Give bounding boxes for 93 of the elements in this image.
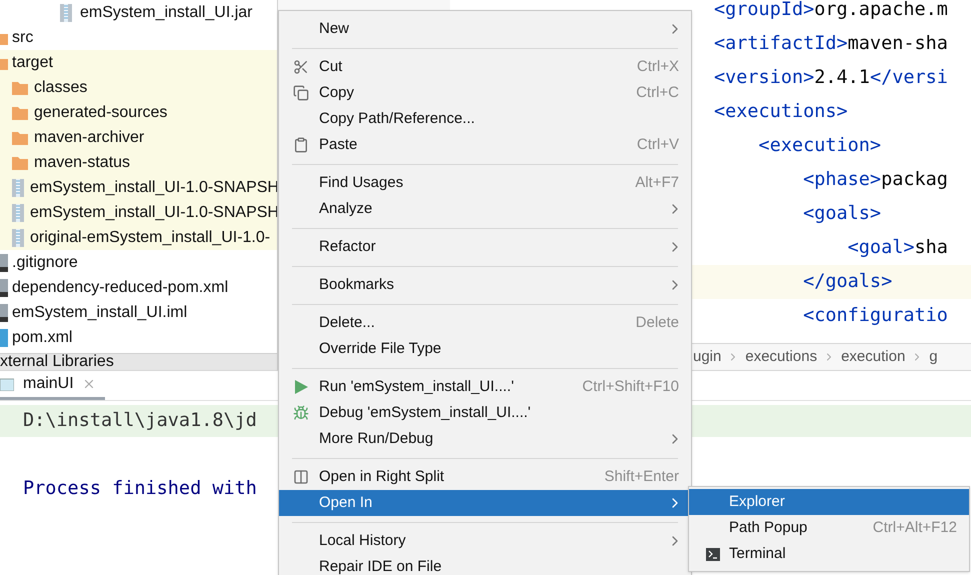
menu-item-label: Debug 'emSystem_install_UI....' xyxy=(319,402,531,423)
file-icon xyxy=(0,328,8,346)
shortcut-label: Ctrl+X xyxy=(636,56,679,77)
menu-item[interactable]: Repair IDE on File xyxy=(279,554,691,575)
menu-item-label: Bookmarks xyxy=(319,274,394,295)
tree-item[interactable]: target xyxy=(0,50,277,75)
console-line: Process finished with xyxy=(23,477,257,502)
code-line: <goals> xyxy=(802,202,882,226)
menu-item[interactable]: Terminal xyxy=(689,541,969,567)
window-icon xyxy=(0,377,14,391)
copy-icon xyxy=(293,85,309,101)
menu-item[interactable]: Refactor xyxy=(279,234,691,260)
console-line: D:\install\java1.8\jd xyxy=(23,409,257,434)
code-line: <artifactId>maven-sha xyxy=(713,32,949,56)
menu-item-label: Run 'emSystem_install_UI....' xyxy=(319,376,514,397)
file-icon xyxy=(0,254,8,272)
shortcut-label: Alt+F7 xyxy=(635,172,679,193)
menu-item[interactable]: Find Usages Alt+F7 xyxy=(279,170,691,196)
folder-icon xyxy=(12,80,28,94)
menu-item-label: Copy Path/Reference... xyxy=(319,108,475,129)
menu-item[interactable]: Delete... Delete xyxy=(279,310,691,336)
menu-item[interactable]: Local History xyxy=(279,528,691,554)
menu-item[interactable]: Debug 'emSystem_install_UI....' xyxy=(279,400,691,426)
menu-item[interactable]: Analyze xyxy=(279,196,691,222)
clipboard-icon xyxy=(293,137,309,153)
menu-item[interactable]: Cut Ctrl+X xyxy=(279,54,691,80)
tree-item[interactable]: maven-status xyxy=(0,150,277,175)
scissors-icon xyxy=(293,59,309,75)
menu-item[interactable]: Open in Right Split Shift+Enter xyxy=(279,464,691,490)
bug-icon xyxy=(293,405,309,421)
breadcrumb-item[interactable]: execution xyxy=(841,346,906,368)
menu-item[interactable]: Copy Path/Reference... xyxy=(279,106,691,132)
menu-item-label: Override File Type xyxy=(319,338,442,359)
menu-item-label: Cut xyxy=(319,56,342,77)
tree-item[interactable]: original-emSystem_install_UI-1.0- xyxy=(0,225,277,250)
shortcut-label: Ctrl+Alt+F12 xyxy=(872,518,957,538)
menu-item[interactable]: Bookmarks xyxy=(279,272,691,298)
menu-item-label: New xyxy=(319,18,350,39)
menu-item[interactable]: Path Popup Ctrl+Alt+F12 xyxy=(689,515,969,541)
menu-item-label: Local History xyxy=(319,530,406,551)
menu-item-label: Refactor xyxy=(319,236,376,257)
code-line: <phase>packag xyxy=(802,168,949,192)
menu-item-label: Copy xyxy=(319,82,354,103)
shortcut-label: Shift+Enter xyxy=(604,466,679,487)
archive-icon xyxy=(12,204,24,222)
code-line: <execution> xyxy=(758,134,882,158)
file-icon xyxy=(0,304,8,322)
menu-item[interactable]: Copy Ctrl+C xyxy=(279,80,691,106)
menu-item-label: Terminal xyxy=(729,544,786,564)
menu-item[interactable]: Explorer xyxy=(689,489,969,515)
folder-icon xyxy=(12,130,28,144)
split-icon xyxy=(293,469,309,485)
terminal-icon xyxy=(706,548,720,560)
tree-item[interactable]: classes xyxy=(0,75,277,100)
menu-item-label: Open in Right Split xyxy=(319,466,444,487)
menu-item[interactable]: More Run/Debug xyxy=(279,426,691,452)
shortcut-label: Ctrl+V xyxy=(636,134,679,155)
archive-icon xyxy=(12,228,24,246)
play-icon xyxy=(294,380,308,394)
folder-icon xyxy=(12,156,28,170)
shortcut-label: Ctrl+Shift+F10 xyxy=(582,376,679,397)
folder-icon xyxy=(12,106,28,120)
code-line: <groupId>org.apache.m xyxy=(713,0,949,22)
menu-item-label: More Run/Debug xyxy=(319,428,434,449)
menu-item-label: Explorer xyxy=(729,492,785,512)
breadcrumb-item[interactable]: g xyxy=(929,346,938,368)
menu-item[interactable]: Run 'emSystem_install_UI....' Ctrl+Shift+F10 xyxy=(279,374,691,400)
menu-item-label: Repair IDE on File xyxy=(319,556,442,575)
menu-item[interactable]: Paste Ctrl+V xyxy=(279,132,691,158)
shortcut-label: Ctrl+C xyxy=(636,82,679,103)
run-tab[interactable]: mainUI xyxy=(0,371,105,400)
menu-item[interactable]: Override File Type xyxy=(279,336,691,362)
code-line: <goal>sha xyxy=(846,236,949,260)
shortcut-label: Delete xyxy=(636,312,679,333)
archive-icon xyxy=(60,4,72,22)
tree-item[interactable]: maven-archiver xyxy=(0,125,277,150)
tree-item[interactable]: generated-sources xyxy=(0,100,277,125)
menu-item-label: Path Popup xyxy=(729,518,808,538)
menu-item-label: Paste xyxy=(319,134,358,155)
archive-icon xyxy=(12,178,24,196)
menu-item[interactable]: New xyxy=(279,16,691,42)
code-line: <configuratio xyxy=(802,304,949,328)
tree-item[interactable]: xternal Libraries xyxy=(0,353,277,370)
breadcrumb-item[interactable]: executions xyxy=(745,346,818,368)
menu-item-label: Open In xyxy=(319,492,372,513)
menu-item[interactable]: Open In xyxy=(279,490,691,516)
menu-item-label: Analyze xyxy=(319,198,372,219)
file-icon xyxy=(0,278,8,296)
menu-item-label: Find Usages xyxy=(319,172,404,193)
breadcrumb-item[interactable]: ugin xyxy=(693,346,722,368)
menu-item-label: Delete... xyxy=(319,312,375,333)
code-line: <executions> xyxy=(713,100,849,124)
code-line: <version>2.4.1</versi xyxy=(713,66,949,90)
